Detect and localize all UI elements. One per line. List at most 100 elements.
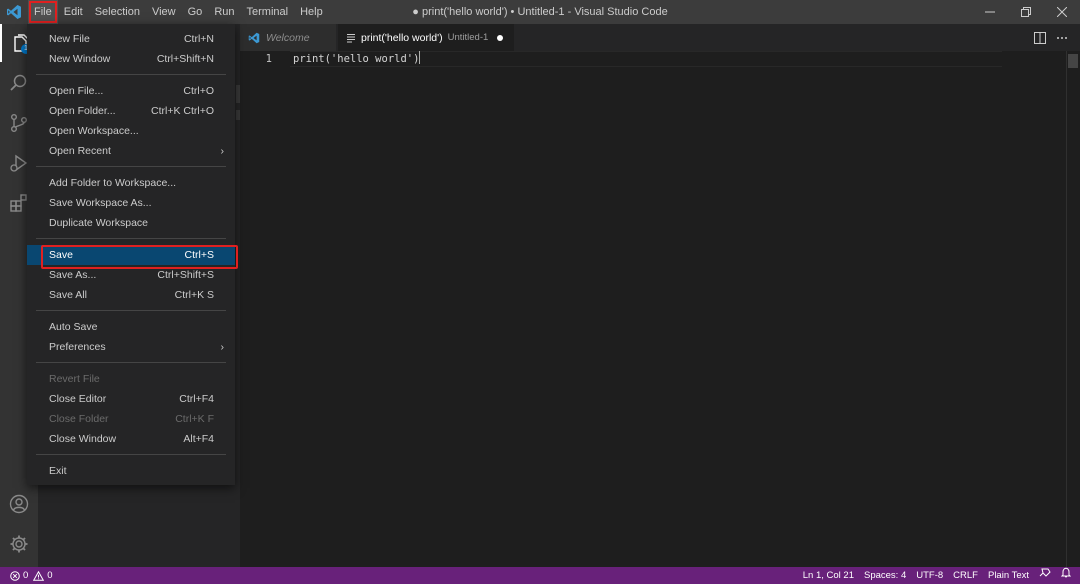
menu-item-label: Close Folder [49, 413, 109, 425]
menu-run[interactable]: Run [208, 0, 240, 24]
vscode-tab-icon [248, 32, 260, 43]
accounts-button[interactable] [0, 485, 38, 523]
menu-item-label: Save All [49, 289, 87, 301]
editor-scrollbar[interactable] [1066, 51, 1080, 567]
close-window-button[interactable] [1044, 0, 1080, 24]
menu-separator [36, 362, 226, 363]
unsaved-dot-icon[interactable] [497, 34, 504, 41]
menu-item-shortcut: Ctrl+Shift+N [156, 53, 214, 65]
menu-item-open-recent[interactable]: Open Recent › [27, 141, 235, 161]
menu-help[interactable]: Help [294, 0, 329, 24]
menu-item-shortcut: Ctrl+S [184, 249, 214, 261]
menu-item-shortcut: Ctrl+K F [175, 413, 214, 425]
file-menu-dropdown: New File Ctrl+N New Window Ctrl+Shift+N Op… [27, 24, 238, 485]
menu-item-close-editor[interactable]: Close Editor Ctrl+F4 [27, 389, 235, 409]
editor-area[interactable]: 1 print('hello world') [240, 51, 1080, 567]
menu-item-add-folder-to-workspace[interactable]: Add Folder to Workspace... [27, 173, 235, 193]
restore-icon [1021, 7, 1031, 17]
warning-icon [33, 570, 45, 581]
menu-item-preferences[interactable]: Preferences › [27, 337, 235, 357]
menu-separator [36, 238, 226, 239]
editor-actions [1034, 24, 1068, 51]
menu-item-duplicate-workspace[interactable]: Duplicate Workspace [27, 213, 235, 233]
title-bar: File Edit Selection View Go Run Terminal… [0, 0, 1080, 24]
bell-icon [1060, 567, 1072, 578]
menu-item-revert-file: Revert File [27, 369, 235, 389]
menu-item-label: Add Folder to Workspace... [49, 177, 177, 189]
gear-icon [10, 535, 28, 553]
menu-file[interactable]: File [28, 0, 58, 24]
cursor-position[interactable]: Ln 1, Col 21 [798, 567, 859, 584]
restore-button[interactable] [1008, 0, 1044, 24]
editor-tabs: Welcome print('hello world') Untitled-1 [240, 24, 1080, 51]
language-mode[interactable]: Plain Text [983, 567, 1034, 584]
window-controls [972, 0, 1080, 24]
vscode-logo-icon [7, 5, 21, 19]
menu-separator [36, 310, 226, 311]
scrollbar-thumb[interactable] [1068, 54, 1078, 68]
menu-item-label: Save [49, 249, 73, 261]
menu-separator [36, 74, 226, 75]
menu-separator [36, 166, 226, 167]
menu-go[interactable]: Go [182, 0, 209, 24]
tab-welcome[interactable]: Welcome [240, 24, 337, 51]
problems-indicator[interactable]: 0 0 [10, 567, 53, 584]
menu-item-label: New Window [49, 53, 111, 65]
menu-item-label: Close Window [49, 433, 117, 445]
indentation[interactable]: Spaces: 4 [859, 567, 911, 584]
menu-item-shortcut: Ctrl+N [183, 33, 214, 45]
warning-count: 0 [47, 570, 53, 581]
manage-button[interactable] [0, 525, 38, 563]
menu-item-shortcut: Alt+F4 [183, 433, 214, 445]
status-bar: 0 0 Ln 1, Col 21 Spaces: 4 UTF-8 CRLF Pl… [0, 567, 1080, 584]
menu-item-label: Auto Save [49, 321, 98, 333]
menu-item-save[interactable]: Save Ctrl+S [27, 245, 238, 269]
end-of-line[interactable]: CRLF [948, 567, 983, 584]
status-bar-right: Ln 1, Col 21 Spaces: 4 UTF-8 CRLF Plain … [798, 567, 1080, 584]
menu-item-shortcut: Ctrl+K S [174, 289, 214, 301]
split-editor-icon[interactable] [1034, 31, 1046, 44]
menu-item-label: Open Folder... [49, 105, 116, 117]
menu-item-label: Save As... [49, 269, 97, 281]
chevron-right-icon: › [220, 145, 225, 157]
menu-item-save-as[interactable]: Save As... Ctrl+Shift+S [27, 265, 235, 285]
menu-item-open-folder[interactable]: Open Folder... Ctrl+K Ctrl+O [27, 101, 235, 121]
code-line[interactable]: print('hello world') [293, 51, 421, 67]
menu-item-open-workspace[interactable]: Open Workspace... [27, 121, 235, 141]
tab-untitled-label: print('hello world') [361, 31, 443, 44]
menu-item-new-window[interactable]: New Window Ctrl+Shift+N [27, 49, 235, 69]
menu-item-save-all[interactable]: Save All Ctrl+K S [27, 285, 235, 305]
menu-item-new-file[interactable]: New File Ctrl+N [27, 29, 235, 49]
text-file-icon [347, 33, 355, 42]
menu-item-auto-save[interactable]: Auto Save [27, 317, 235, 337]
text-cursor [419, 51, 421, 64]
menu-item-close-window[interactable]: Close Window Alt+F4 [27, 429, 235, 449]
menu-item-label: Save Workspace As... [49, 197, 152, 209]
menu-item-label: Revert File [49, 373, 100, 385]
menu-view[interactable]: View [146, 0, 182, 24]
tab-welcome-label: Welcome [266, 31, 310, 44]
menu-item-shortcut: Ctrl+O [183, 85, 214, 97]
notifications-button[interactable] [1056, 567, 1080, 584]
menu-item-shortcut: Ctrl+K Ctrl+O [150, 105, 214, 117]
line-number: 1 [265, 53, 272, 65]
menu-item-exit[interactable]: Exit [27, 461, 235, 481]
chevron-right-icon: › [220, 341, 225, 353]
menu-item-save-workspace-as[interactable]: Save Workspace As... [27, 193, 235, 213]
menu-item-label: Open Workspace... [49, 125, 139, 137]
menu-selection[interactable]: Selection [89, 0, 146, 24]
code-text: print('hello world') [293, 53, 420, 65]
menu-item-close-folder: Close Folder Ctrl+K F [27, 409, 235, 429]
minimize-button[interactable] [972, 0, 1008, 24]
menu-item-label: Open Recent [49, 145, 111, 157]
menu-terminal[interactable]: Terminal [241, 0, 295, 24]
menu-edit[interactable]: Edit [58, 0, 89, 24]
feedback-button[interactable] [1034, 567, 1056, 584]
tab-untitled[interactable]: print('hello world') Untitled-1 [338, 24, 514, 51]
error-count: 0 [23, 570, 29, 581]
menu-item-label: Duplicate Workspace [49, 217, 149, 229]
more-actions-icon[interactable] [1056, 32, 1068, 44]
account-icon [9, 494, 29, 514]
encoding[interactable]: UTF-8 [911, 567, 948, 584]
menu-item-open-file[interactable]: Open File... Ctrl+O [27, 81, 235, 101]
